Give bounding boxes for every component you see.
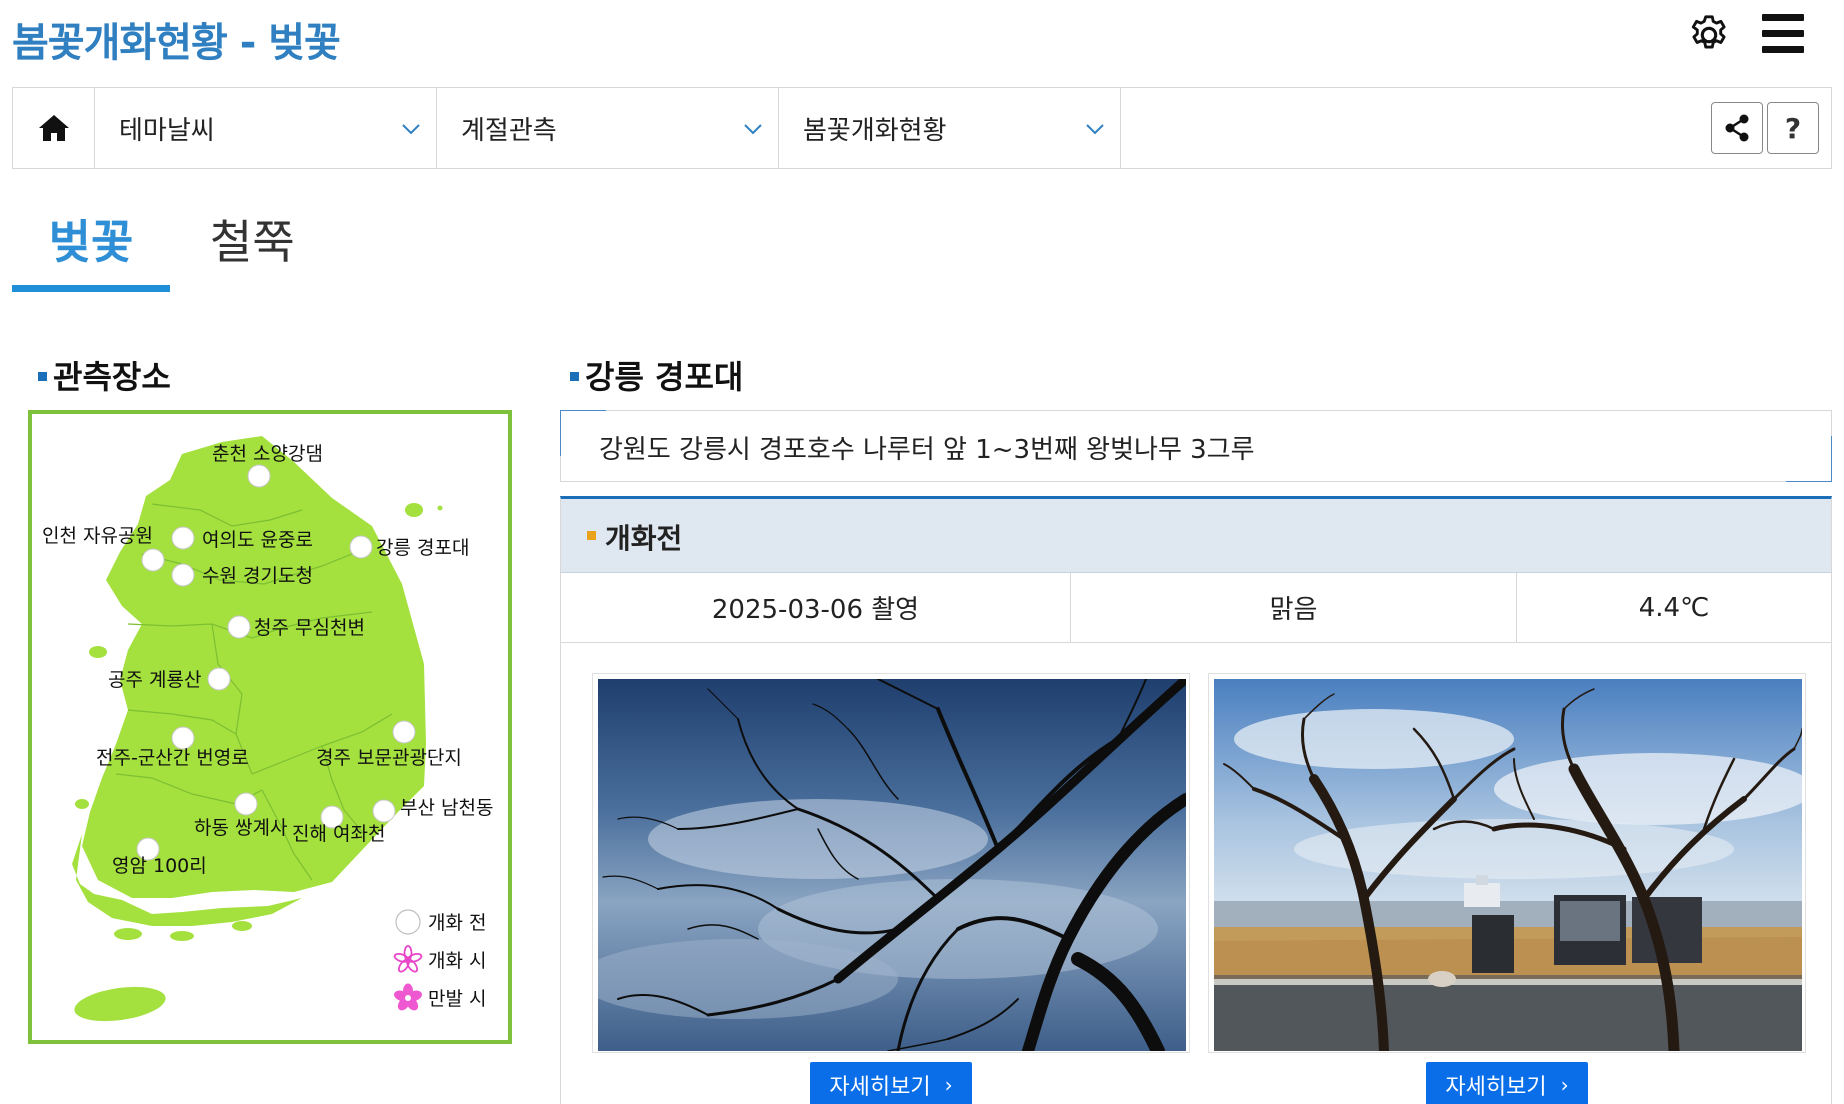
- weather-condition: 맑음: [1071, 573, 1517, 642]
- home-icon: [38, 115, 69, 141]
- map-island-west-2: [75, 799, 89, 809]
- marker-hadong[interactable]: [234, 792, 258, 816]
- view-details-label: 자세히보기: [1445, 1075, 1547, 1100]
- tab-cherry-blossom[interactable]: 벚꽃: [12, 206, 170, 272]
- map-legend: 개화 전 개화 시 만발 시: [393, 909, 486, 1011]
- observation-sites-heading: 관측장소: [38, 352, 171, 398]
- photo-card[interactable]: [592, 673, 1190, 1053]
- tab-azalea[interactable]: 철쭉: [210, 206, 295, 272]
- chevron-down-icon: [402, 124, 420, 135]
- map-island-south-3: [232, 921, 252, 931]
- corner-accent: [1786, 436, 1832, 482]
- site-description: 강원도 강릉시 경포호수 나루터 앞 1~3번째 왕벚나무 3그루: [599, 435, 1255, 465]
- tab-active-indicator: [12, 285, 170, 292]
- page-title: 봄꽃개화현황 - 벚꽃: [12, 20, 341, 66]
- section-marker-icon: [570, 371, 579, 381]
- share-icon: [1725, 114, 1749, 142]
- temperature: 4.4℃: [1638, 592, 1710, 623]
- map-jeju-island: [115, 916, 117, 918]
- nav-actions: ?: [1121, 88, 1831, 168]
- marker-chuncheon[interactable]: [247, 464, 271, 488]
- marker-busan[interactable]: [372, 799, 396, 823]
- marker-suwon[interactable]: [171, 563, 195, 587]
- view-details-button[interactable]: 자세히보기 ›: [810, 1062, 972, 1104]
- chevron-down-icon: [1086, 124, 1104, 135]
- nav-dropdown-spring-flower-status[interactable]: 봄꽃개화현황: [779, 88, 1121, 168]
- map-label[interactable]: 경주 보문관광단지: [316, 747, 462, 769]
- home-button[interactable]: [13, 88, 95, 168]
- map-label[interactable]: 하동 쌍계사: [194, 817, 287, 839]
- view-details-button[interactable]: 자세히보기 ›: [1426, 1062, 1588, 1104]
- section-title-text: 관측장소: [53, 358, 171, 396]
- photo-date: 2025-03-06 촬영: [561, 573, 1071, 642]
- bloom-status: 개화전: [605, 522, 683, 555]
- marker-gyeongju[interactable]: [392, 720, 416, 744]
- hamburger-menu-icon[interactable]: [1762, 14, 1804, 54]
- breadcrumb-nav: 테마날씨 계절관측 봄꽃개화현황 ?: [12, 87, 1832, 169]
- map-label[interactable]: 영암 100리: [112, 855, 207, 877]
- site-heading: 강릉 경포대: [570, 352, 743, 398]
- map-label[interactable]: 부산 남천동: [400, 797, 493, 819]
- status-marker-icon: [587, 531, 596, 540]
- marker-yeouido[interactable]: [171, 526, 195, 550]
- legend-full-bloom-icon: [394, 983, 422, 1011]
- korea-map: 춘천 소양강댐 인천 자유공원 여의도 윤중로 수원 경기도청 강릉 경포대 청…: [28, 410, 512, 1044]
- map-label[interactable]: 여의도 윤중로: [202, 529, 313, 551]
- chevron-down-icon: [744, 124, 762, 135]
- legend-blooming-icon: [393, 945, 423, 973]
- map-jeju-island-shape: [74, 986, 166, 1022]
- gear-icon[interactable]: [1686, 12, 1732, 58]
- marker-cheongju[interactable]: [227, 615, 251, 639]
- photo-branches-sky[interactable]: [598, 679, 1186, 1051]
- observation-info-row: 2025-03-06 촬영 맑음 4.4℃: [561, 573, 1831, 643]
- site-title-text: 강릉 경포대: [585, 358, 744, 396]
- section-marker-icon: [38, 371, 47, 381]
- map-label[interactable]: 수원 경기도청: [202, 565, 313, 587]
- marker-incheon[interactable]: [141, 548, 165, 572]
- map-label[interactable]: 강릉 경포대: [376, 537, 469, 559]
- view-details-label: 자세히보기: [829, 1075, 931, 1100]
- map-label[interactable]: 진해 여좌천: [292, 823, 385, 845]
- marker-gongju[interactable]: [207, 667, 231, 691]
- chevron-right-icon: ›: [1560, 1073, 1569, 1097]
- marker-gangneung[interactable]: [349, 535, 373, 559]
- nav-dropdown-label: 계절관측: [461, 116, 557, 146]
- nav-dropdown-label: 봄꽃개화현황: [803, 116, 947, 146]
- map-label[interactable]: 전주-군산간 번영로: [96, 747, 249, 769]
- legend-label: 개화 전: [428, 912, 486, 934]
- nav-dropdown-theme-weather[interactable]: 테마날씨: [95, 88, 437, 168]
- korea-map-svg: 춘천 소양강댐 인천 자유공원 여의도 윤중로 수원 경기도청 강릉 경포대 청…: [42, 436, 493, 1022]
- map-label[interactable]: 청주 무심천변: [254, 617, 365, 639]
- nav-dropdown-seasonal-observation[interactable]: 계절관측: [437, 88, 779, 168]
- legend-before-bloom-icon: [395, 909, 421, 935]
- legend-label: 개화 시: [428, 950, 486, 972]
- map-ulleung-island: [405, 503, 423, 517]
- legend-label: 만발 시: [428, 988, 486, 1010]
- bloom-status-header: 개화전: [561, 499, 1831, 573]
- map-label[interactable]: 공주 계룡산: [108, 669, 201, 691]
- chevron-right-icon: ›: [944, 1073, 953, 1097]
- map-label[interactable]: 춘천 소양강댐: [212, 443, 323, 465]
- photo-card[interactable]: [1208, 673, 1806, 1053]
- photo-trees-lakeside[interactable]: [1214, 679, 1802, 1051]
- map-dokdo-island: [437, 505, 443, 511]
- marker-jeonju[interactable]: [171, 726, 195, 750]
- nav-dropdown-label: 테마날씨: [119, 116, 215, 146]
- map-label[interactable]: 인천 자유공원: [42, 525, 153, 547]
- map-island-south-1: [114, 928, 142, 940]
- status-panel: 개화전 2025-03-06 촬영 맑음 4.4℃ 자세히보기 › 자세히보기 …: [560, 496, 1832, 1104]
- share-button[interactable]: [1711, 102, 1763, 154]
- help-button[interactable]: ?: [1767, 102, 1819, 154]
- map-island-west-1: [89, 646, 107, 658]
- site-description-box: 강원도 강릉시 경포호수 나루터 앞 1~3번째 왕벚나무 3그루: [560, 410, 1832, 482]
- map-island-south-2: [170, 931, 194, 941]
